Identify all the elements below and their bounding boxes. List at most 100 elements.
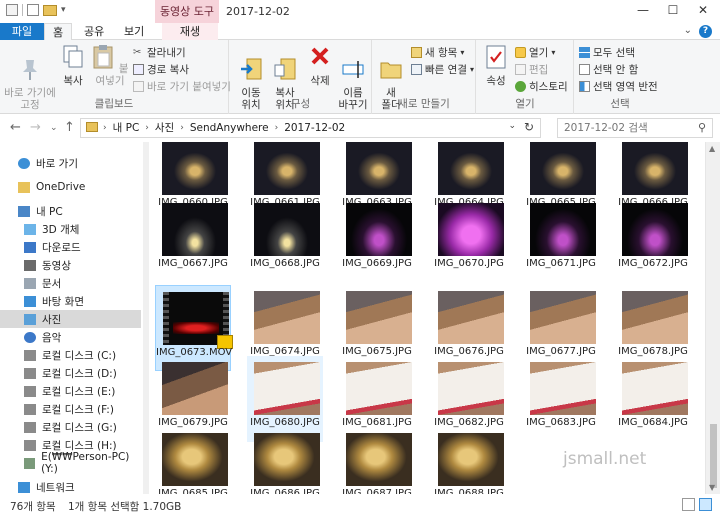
chevron-down-icon[interactable]: ⌄	[684, 25, 692, 36]
easy-access-button[interactable]: 빠른 연결 ▾	[411, 62, 474, 76]
paste-button[interactable]: 붙여넣기	[90, 44, 130, 87]
history-button[interactable]: 히스토리	[515, 79, 568, 93]
thumbnail	[254, 203, 320, 256]
status-bar: 76개 항목 1개 항목 선택함 1.70GB	[0, 494, 720, 516]
thumbnail	[162, 203, 228, 256]
explorer-icon[interactable]	[6, 4, 18, 16]
address-dropdown-icon[interactable]: ⌄	[508, 121, 516, 131]
drive-icon	[24, 421, 36, 433]
open-button[interactable]: 열기 ▾	[515, 45, 555, 59]
tab-play[interactable]: 재생	[162, 23, 218, 40]
image-file-item[interactable]: IMG_0669.JPG	[339, 197, 415, 283]
invert-selection-button[interactable]: 선택 영역 반전	[579, 79, 658, 93]
chevron-right-icon[interactable]: ›	[275, 121, 279, 135]
image-file-item[interactable]: IMG_0670.JPG	[431, 197, 507, 283]
image-file-item[interactable]: IMG_0683.JPG	[523, 356, 599, 442]
image-file-item[interactable]: IMG_0668.JPG	[247, 197, 323, 283]
nav-item[interactable]: 사진	[0, 310, 141, 328]
cut-button[interactable]: ✂ 잘라내기	[133, 45, 186, 59]
nav-item[interactable]: OneDrive	[0, 178, 141, 196]
file-name: IMG_0668.JPG	[250, 258, 320, 269]
thumbnail	[162, 142, 228, 195]
nav-item[interactable]: 다운로드	[0, 238, 141, 256]
nav-item-label: E(₩₩Person-PC) (Y:)	[41, 451, 130, 475]
recent-dropdown-icon[interactable]: ⌄	[50, 123, 58, 133]
close-button[interactable]: ✕	[688, 0, 718, 23]
chevron-right-icon[interactable]: ›	[180, 121, 184, 135]
scroll-down-icon[interactable]: ▼	[709, 483, 715, 492]
breadcrumb-item[interactable]: 2017-12-02	[284, 121, 345, 135]
network-icon	[18, 481, 30, 493]
copy-path-button[interactable]: 경로 복사	[133, 62, 189, 76]
large-icons-view-icon[interactable]	[699, 498, 712, 511]
vertical-scrollbar[interactable]: ▲ ▼	[705, 142, 720, 494]
copy-button[interactable]: 복사	[58, 44, 88, 87]
paste-shortcut-button[interactable]: 바로 가기 붙여넣기	[133, 79, 231, 93]
image-file-item[interactable]: IMG_0667.JPG	[155, 197, 231, 283]
nav-item[interactable]: 로컬 디스크 (F:)	[0, 400, 141, 418]
maximize-button[interactable]: ☐	[658, 0, 688, 23]
cube-icon	[24, 223, 36, 235]
select-none-button[interactable]: 선택 안 함	[579, 62, 638, 76]
back-arrow-icon[interactable]: ←	[10, 120, 21, 135]
forward-arrow-icon[interactable]: →	[30, 120, 41, 135]
search-box[interactable]: ⚲	[557, 118, 713, 138]
new-folder-icon[interactable]	[43, 4, 57, 16]
thumbnail	[622, 203, 688, 256]
image-file-item[interactable]: IMG_0688.JPG	[431, 427, 507, 494]
image-file-item[interactable]: IMG_0671.JPG	[523, 197, 599, 283]
nav-item[interactable]: 내 PC	[0, 202, 141, 220]
search-input[interactable]	[564, 119, 694, 137]
nav-item[interactable]: 동영상	[0, 256, 141, 274]
thumbnail	[346, 142, 412, 195]
drive-icon	[24, 403, 36, 415]
nav-item[interactable]: 음악	[0, 328, 141, 346]
breadcrumb-item[interactable]: 사진	[155, 121, 174, 135]
nav-item[interactable]: 로컬 디스크 (D:)	[0, 364, 141, 382]
customize-toolbar-icon[interactable]: ▾	[61, 5, 66, 15]
image-file-item[interactable]: IMG_0687.JPG	[339, 427, 415, 494]
tab-share[interactable]: 공유	[76, 23, 112, 40]
nav-item[interactable]: 3D 개체	[0, 220, 141, 238]
breadcrumb-item[interactable]: 내 PC	[113, 121, 140, 135]
image-file-item[interactable]: IMG_0672.JPG	[615, 197, 691, 283]
nav-item[interactable]: 로컬 디스크 (C:)	[0, 346, 141, 364]
file-view: IMG_0660.JPGIMG_0661.JPGIMG_0663.JPGIMG_…	[150, 142, 705, 494]
help-icon[interactable]: ?	[699, 25, 712, 38]
thumbnail	[438, 362, 504, 415]
properties-icon[interactable]	[27, 4, 39, 16]
nav-item-label: 네트워크	[36, 481, 75, 494]
breadcrumb-item[interactable]: SendAnywhere	[190, 121, 269, 135]
address-bar[interactable]: › 내 PC › 사진 › SendAnywhere › 2017-12-02 …	[80, 118, 541, 138]
nav-item[interactable]: 바로 가기	[0, 154, 141, 172]
nav-item[interactable]: 로컬 디스크 (E:)	[0, 382, 141, 400]
scroll-up-icon[interactable]: ▲	[709, 144, 715, 153]
nav-item[interactable]: 로컬 디스크 (G:)	[0, 418, 141, 436]
nav-item[interactable]: E(₩₩Person-PC) (Y:)	[0, 451, 141, 475]
nav-item-label: 음악	[42, 331, 62, 344]
thumbnail	[530, 203, 596, 256]
details-view-icon[interactable]	[682, 498, 695, 511]
select-all-button[interactable]: 모두 선택	[579, 45, 635, 59]
minimize-button[interactable]: —	[628, 0, 658, 23]
tab-home[interactable]: 홈	[44, 23, 73, 41]
edit-button[interactable]: 편집	[515, 62, 548, 76]
image-file-item[interactable]: IMG_0684.JPG	[615, 356, 691, 442]
new-item-button[interactable]: 새 항목 ▾	[411, 45, 464, 59]
nav-scrollbar[interactable]	[143, 142, 149, 494]
new-item-icon	[411, 46, 422, 58]
nav-item[interactable]: 바탕 화면	[0, 292, 141, 310]
select-group-label: 선택	[610, 98, 630, 110]
tab-view[interactable]: 보기	[116, 23, 152, 40]
up-arrow-icon[interactable]: ↑	[64, 120, 75, 135]
search-icon[interactable]: ⚲	[698, 121, 706, 134]
film-strip-icon	[163, 292, 169, 345]
properties-button[interactable]: 속성	[482, 44, 510, 87]
nav-item[interactable]: 문서	[0, 274, 141, 292]
scrollbar-thumb[interactable]	[710, 424, 717, 488]
image-file-item[interactable]: IMG_0686.JPG	[247, 427, 323, 494]
image-file-item[interactable]: IMG_0685.JPG	[155, 427, 231, 494]
chevron-right-icon[interactable]: ›	[145, 121, 149, 135]
delete-button[interactable]: 삭제	[306, 44, 334, 87]
refresh-icon[interactable]: ↻	[524, 120, 534, 134]
